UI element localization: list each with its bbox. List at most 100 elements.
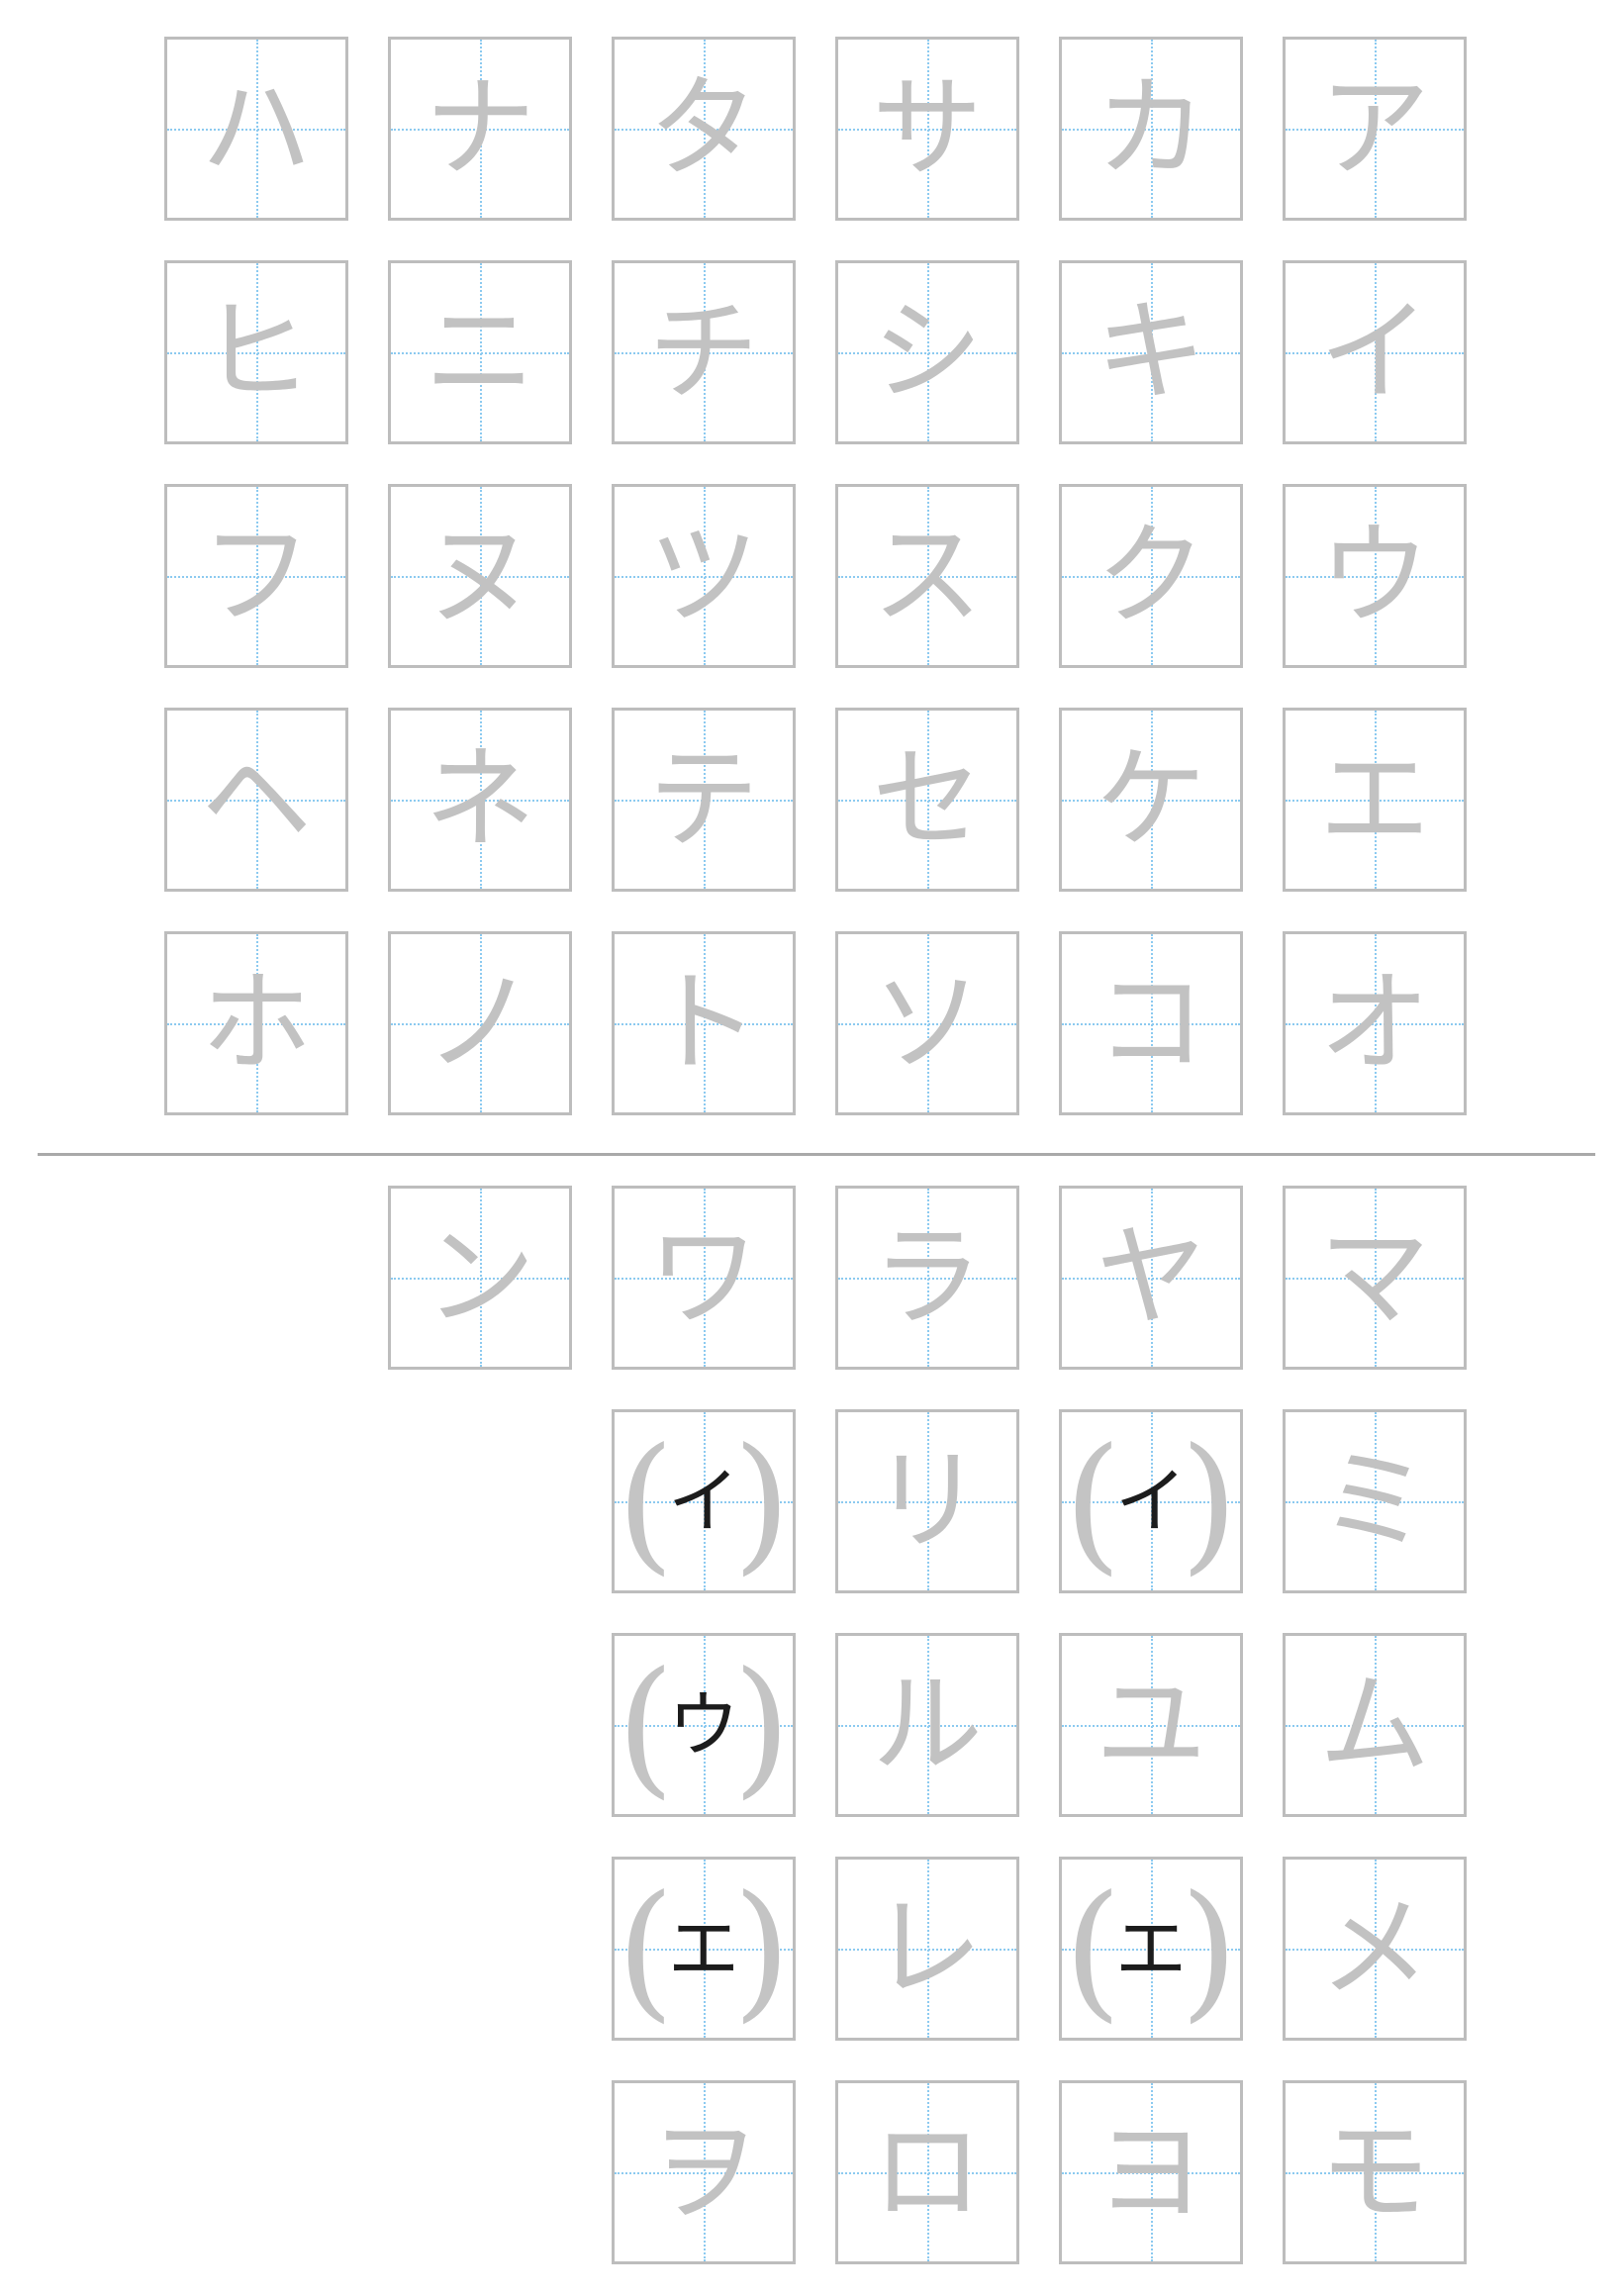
practice-cell: ツ xyxy=(612,484,796,668)
katakana-trace-character: ル xyxy=(872,1661,983,1789)
practice-cell: ソ xyxy=(835,931,1019,1115)
practice-cell: エ xyxy=(1283,708,1467,892)
practice-cell: ク xyxy=(1059,484,1243,668)
katakana-trace-character: ト xyxy=(648,959,759,1088)
katakana-trace-character: ソ xyxy=(872,959,983,1088)
katakana-trace-character: モ xyxy=(1319,2108,1430,2237)
obsolete-character-cell: () エ xyxy=(1059,1857,1243,2041)
practice-cell: フ xyxy=(164,484,348,668)
obsolete-katakana-character: イ xyxy=(1114,1460,1187,1543)
practice-cell: コ xyxy=(1059,931,1243,1115)
practice-cell: ノ xyxy=(388,931,572,1115)
katakana-trace-character: ヲ xyxy=(648,2108,759,2237)
katakana-practice-sheet: ハヒフヘホナニヌネノタチツテトサシスセソカキクケコアイウエオ ンワ() イ() ウ(… xyxy=(0,0,1623,2296)
practice-cell: ラ xyxy=(835,1186,1019,1370)
practice-cell: リ xyxy=(835,1409,1019,1593)
katakana-trace-character: タ xyxy=(648,64,759,193)
practice-cell: ヨ xyxy=(1059,2080,1243,2264)
section-divider xyxy=(38,1153,1595,1156)
practice-cell: セ xyxy=(835,708,1019,892)
katakana-trace-character: ハ xyxy=(201,64,312,193)
practice-cell: キ xyxy=(1059,260,1243,444)
practice-cell: シ xyxy=(835,260,1019,444)
katakana-trace-character: ラ xyxy=(872,1213,983,1342)
obsolete-character-cell: () イ xyxy=(1059,1409,1243,1593)
practice-cell: メ xyxy=(1283,1857,1467,2041)
practice-cell: ト xyxy=(612,931,796,1115)
obsolete-character-cell: () ウ xyxy=(612,1633,796,1817)
practice-cell: レ xyxy=(835,1857,1019,2041)
katakana-trace-character: ム xyxy=(1319,1661,1430,1789)
practice-cell: ケ xyxy=(1059,708,1243,892)
katakana-trace-character: コ xyxy=(1096,959,1206,1088)
katakana-trace-character: エ xyxy=(1319,735,1430,864)
obsolete-katakana-character: エ xyxy=(667,1907,739,1990)
katakana-trace-character: フ xyxy=(201,512,312,640)
katakana-trace-character: キ xyxy=(1096,288,1206,417)
practice-cell: ロ xyxy=(835,2080,1019,2264)
katakana-trace-character: オ xyxy=(1319,959,1430,1088)
practice-cell: ヘ xyxy=(164,708,348,892)
katakana-trace-character: イ xyxy=(1319,288,1430,417)
katakana-trace-character: リ xyxy=(872,1437,983,1566)
practice-cell: ワ xyxy=(612,1186,796,1370)
katakana-trace-character: セ xyxy=(872,735,983,864)
katakana-trace-character: ヨ xyxy=(1096,2108,1206,2237)
obsolete-character-cell: () エ xyxy=(612,1857,796,2041)
katakana-trace-character: カ xyxy=(1096,64,1206,193)
practice-cell: オ xyxy=(1283,931,1467,1115)
practice-cell: ニ xyxy=(388,260,572,444)
practice-cell: ナ xyxy=(388,37,572,221)
practice-cell: ン xyxy=(388,1186,572,1370)
practice-cell: ハ xyxy=(164,37,348,221)
katakana-trace-character: ケ xyxy=(1096,735,1206,864)
katakana-trace-character: ヘ xyxy=(201,735,312,864)
practice-cell: ヤ xyxy=(1059,1186,1243,1370)
katakana-trace-character: シ xyxy=(872,288,983,417)
katakana-trace-character: ツ xyxy=(648,512,759,640)
practice-cell: タ xyxy=(612,37,796,221)
katakana-trace-character: テ xyxy=(648,735,759,864)
katakana-trace-character: ヤ xyxy=(1096,1213,1206,1342)
practice-cell: イ xyxy=(1283,260,1467,444)
katakana-trace-character: ウ xyxy=(1319,512,1430,640)
katakana-trace-character: ク xyxy=(1096,512,1206,640)
practice-cell: ル xyxy=(835,1633,1019,1817)
practice-cell: ム xyxy=(1283,1633,1467,1817)
practice-cell: ミ xyxy=(1283,1409,1467,1593)
katakana-trace-character: ヒ xyxy=(201,288,312,417)
katakana-trace-character: ニ xyxy=(425,288,535,417)
practice-cell: ス xyxy=(835,484,1019,668)
katakana-trace-character: ミ xyxy=(1319,1437,1430,1566)
obsolete-katakana-character: イ xyxy=(667,1460,739,1543)
katakana-trace-character: ノ xyxy=(425,959,535,1088)
practice-cell: ユ xyxy=(1059,1633,1243,1817)
practice-cell: ホ xyxy=(164,931,348,1115)
katakana-trace-character: ン xyxy=(425,1213,535,1342)
katakana-trace-character: ナ xyxy=(425,64,535,193)
katakana-trace-character: ホ xyxy=(201,959,312,1088)
katakana-trace-character: ス xyxy=(872,512,983,640)
obsolete-katakana-character: ウ xyxy=(667,1683,739,1767)
katakana-trace-character: メ xyxy=(1319,1884,1430,2013)
obsolete-character-cell: () イ xyxy=(612,1409,796,1593)
practice-cell: ア xyxy=(1283,37,1467,221)
katakana-trace-character: ロ xyxy=(872,2108,983,2237)
practice-cell: モ xyxy=(1283,2080,1467,2264)
katakana-trace-character: ワ xyxy=(648,1213,759,1342)
katakana-trace-character: ネ xyxy=(425,735,535,864)
katakana-trace-character: ユ xyxy=(1096,1661,1206,1789)
practice-cell: カ xyxy=(1059,37,1243,221)
katakana-trace-character: マ xyxy=(1319,1213,1430,1342)
obsolete-katakana-character: エ xyxy=(1114,1907,1187,1990)
practice-cell: テ xyxy=(612,708,796,892)
katakana-trace-character: チ xyxy=(648,288,759,417)
katakana-trace-character: ア xyxy=(1319,64,1430,193)
katakana-trace-character: サ xyxy=(872,64,983,193)
katakana-trace-character: レ xyxy=(872,1884,983,2013)
katakana-trace-character: ヌ xyxy=(425,512,535,640)
practice-cell: ヲ xyxy=(612,2080,796,2264)
practice-cell: サ xyxy=(835,37,1019,221)
practice-cell: ウ xyxy=(1283,484,1467,668)
practice-cell: チ xyxy=(612,260,796,444)
